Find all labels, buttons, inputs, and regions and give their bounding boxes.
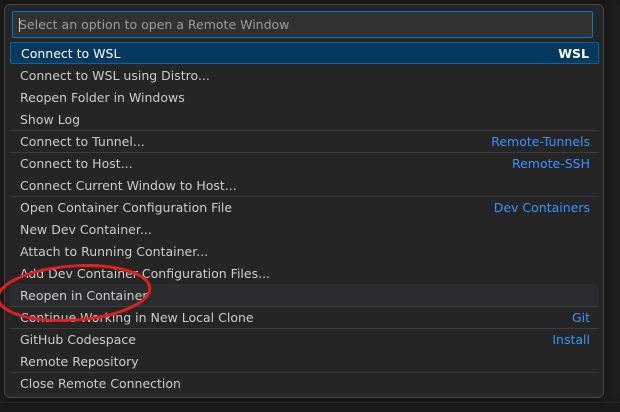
option-label: Connect Current Window to Host... [20,177,237,193]
option-label: Connect to WSL [21,45,121,61]
editor-background-bottom [0,398,620,412]
option-connect-to-wsl-using-distro[interactable]: Connect to WSL using Distro... [10,64,599,86]
option-continue-working-in-new-local-clone[interactable]: Continue Working in New Local Clone Git [10,306,599,328]
option-label: Open Container Configuration File [20,200,233,215]
quick-pick-input-box[interactable] [12,11,593,38]
text-cursor [19,18,20,32]
option-connect-to-host[interactable]: Connect to Host... Remote-SSH [10,152,599,174]
option-label: Remote Repository [20,353,139,369]
option-label: GitHub Codespace [20,332,136,347]
option-label: Continue Working in New Local Clone [20,310,254,325]
option-remote-repository[interactable]: Remote Repository [10,350,599,372]
option-label: Connect to Tunnel... [20,134,145,149]
option-connect-to-wsl[interactable]: Connect to WSL WSL [10,42,599,64]
quick-pick-input[interactable] [13,12,592,37]
option-label: Show Log [20,111,81,127]
option-label: Attach to Running Container... [20,243,209,259]
option-label: New Dev Container... [20,221,152,237]
option-label: Close Remote Connection [20,376,181,391]
option-reopen-folder-in-windows[interactable]: Reopen Folder in Windows [10,86,599,108]
option-label: Connect to Host... [20,156,133,171]
option-group-label: Remote-Tunnels [491,134,590,149]
option-group-label: Git [571,310,590,325]
option-group-label: Install [552,332,590,347]
option-label: Connect to WSL using Distro... [20,67,210,83]
option-new-dev-container[interactable]: New Dev Container... [10,218,599,240]
option-label: Add Dev Container Configuration Files... [20,265,271,281]
option-reopen-in-container[interactable]: Reopen in Container [10,284,599,306]
option-group-label: WSL [558,45,589,61]
editor-divider [0,402,620,403]
quick-pick-list: Connect to WSL WSL Connect to WSL using … [10,42,599,394]
option-connect-current-window-to-host[interactable]: Connect Current Window to Host... [10,174,599,196]
option-label: Reopen Folder in Windows [20,89,185,105]
option-add-dev-container-configuration-files[interactable]: Add Dev Container Configuration Files... [10,262,599,284]
option-group-label: Dev Containers [493,200,590,215]
option-open-container-configuration-file[interactable]: Open Container Configuration File Dev Co… [10,196,599,218]
option-group-label: Remote-SSH [511,156,590,171]
option-label: Reopen in Container [20,287,148,303]
option-attach-to-running-container[interactable]: Attach to Running Container... [10,240,599,262]
option-github-codespace[interactable]: GitHub Codespace Install [10,328,599,350]
remote-window-quick-pick: Connect to WSL WSL Connect to WSL using … [4,4,604,398]
option-connect-to-tunnel[interactable]: Connect to Tunnel... Remote-Tunnels [10,130,599,152]
option-close-remote-connection[interactable]: Close Remote Connection [10,372,599,394]
option-show-log[interactable]: Show Log [10,108,599,130]
